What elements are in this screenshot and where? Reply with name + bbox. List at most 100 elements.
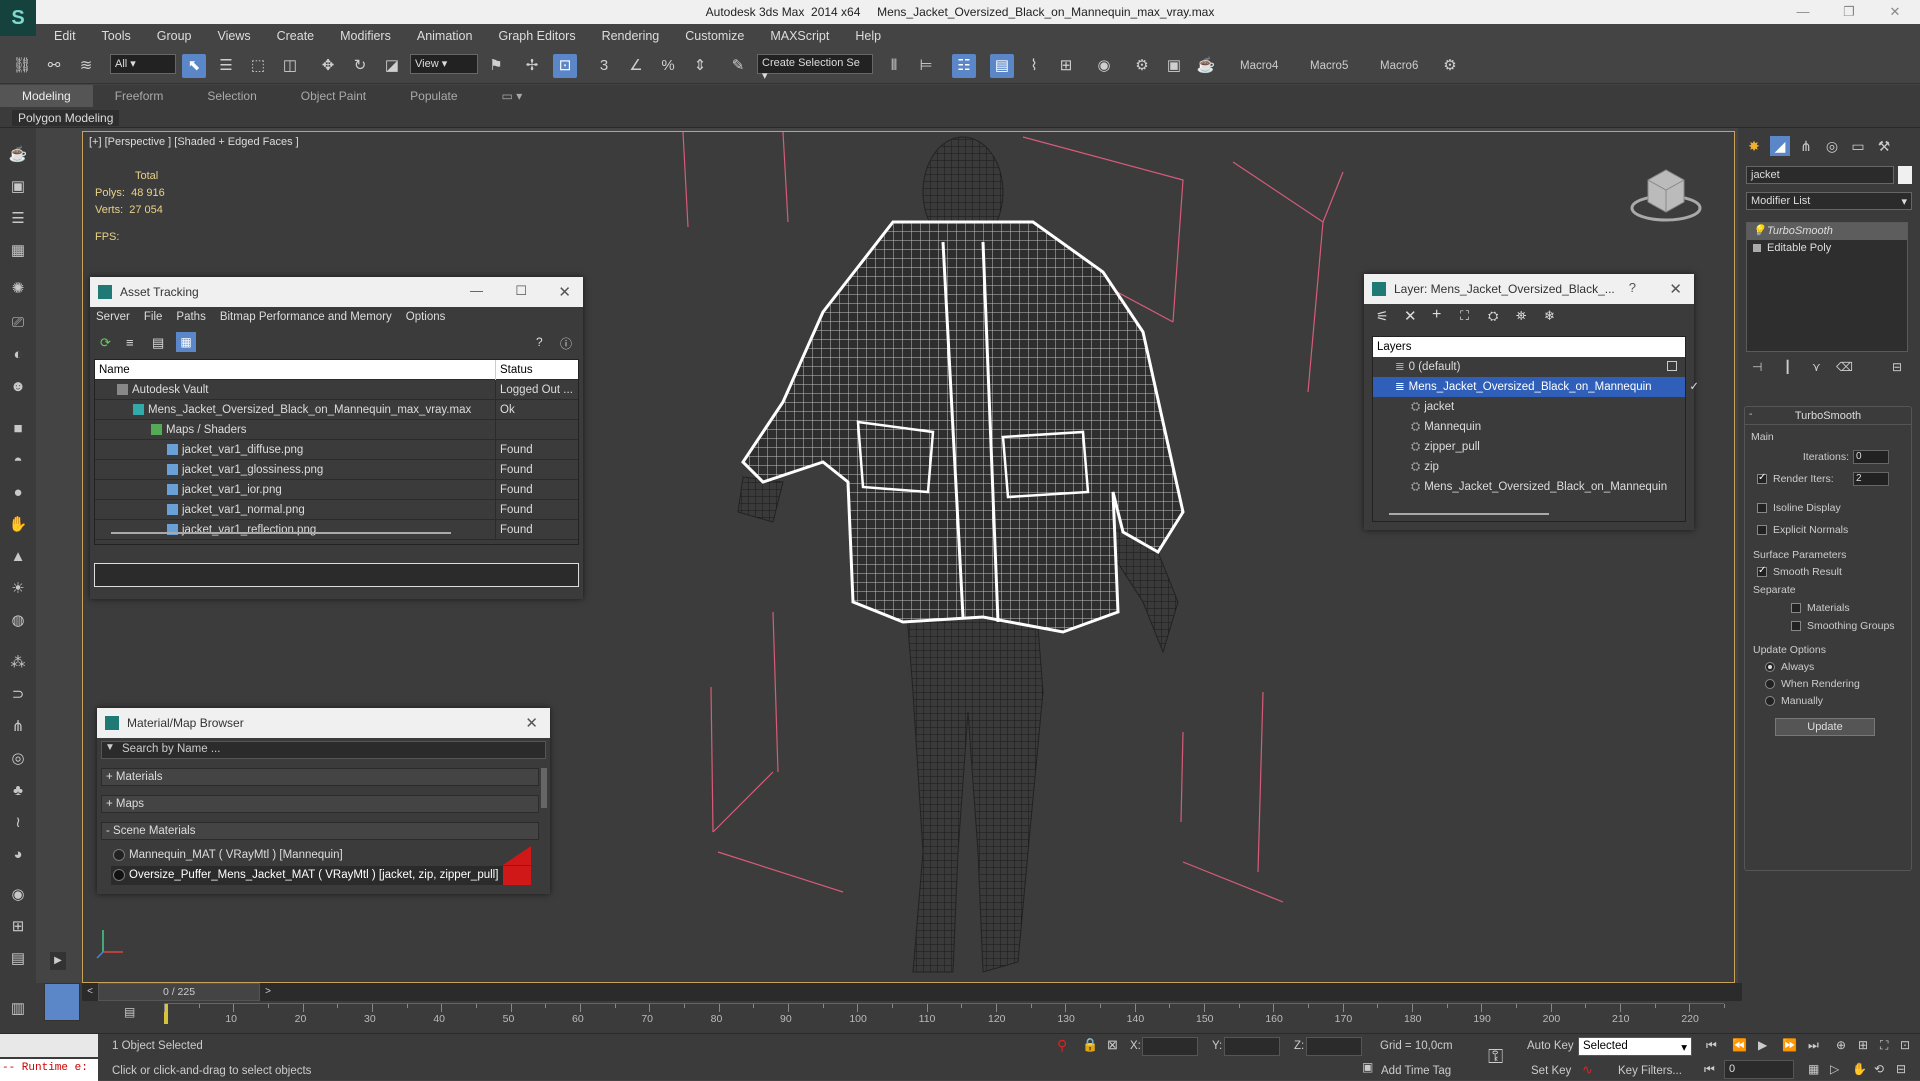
close-button[interactable]: ✕: [1878, 0, 1912, 24]
menu-views[interactable]: Views: [217, 29, 250, 43]
cone-icon[interactable]: ▲: [6, 546, 30, 568]
create-tab-icon[interactable]: ✸: [1744, 136, 1764, 156]
close-icon[interactable]: ✕: [1669, 280, 1682, 298]
maxscript-listener-mini[interactable]: [0, 1034, 98, 1057]
tab-freeform[interactable]: Freeform: [93, 89, 186, 103]
magnet-icon[interactable]: ⊃: [6, 684, 30, 706]
minimize-button[interactable]: —: [470, 283, 483, 298]
bulb-icon[interactable]: 💡: [1752, 223, 1766, 240]
layer-object-row[interactable]: ⛭ Mannequin: [1373, 417, 1685, 437]
scene-materials-group[interactable]: - Scene Materials: [101, 822, 539, 840]
bind-spacewarp-icon[interactable]: ≋: [74, 54, 98, 78]
current-layer-check-icon[interactable]: ✓: [1689, 377, 1699, 397]
horizontal-scrollbar[interactable]: [1389, 513, 1549, 515]
graphite-toggle-icon[interactable]: ▤: [990, 54, 1014, 78]
menu-paths[interactable]: Paths: [176, 311, 205, 323]
rectangular-region-icon[interactable]: ⬚: [246, 54, 270, 78]
key-icon[interactable]: ⚿: [1488, 1046, 1503, 1069]
polygon-modeling-panel[interactable]: Polygon Modeling: [12, 110, 120, 126]
asset-path-field[interactable]: [94, 563, 579, 587]
utilities-tab-icon[interactable]: ⚒: [1874, 136, 1894, 156]
grid-view-icon[interactable]: ▦: [176, 332, 196, 352]
close-icon[interactable]: ✕: [525, 714, 538, 732]
always-radio[interactable]: [1765, 662, 1775, 672]
macro4-button[interactable]: Macro4: [1240, 60, 1278, 72]
menu-bitmap-performance[interactable]: Bitmap Performance and Memory: [220, 311, 392, 323]
curve-editor-icon[interactable]: ⌇: [1022, 54, 1046, 78]
motion-tab-icon[interactable]: ◎: [1822, 136, 1842, 156]
when-rendering-radio[interactable]: [1765, 679, 1775, 689]
circle-icon[interactable]: ●: [6, 482, 30, 504]
rock-icon[interactable]: ◕: [6, 844, 30, 866]
absolute-mode-icon[interactable]: ⊠: [1107, 1037, 1118, 1053]
macro6-button[interactable]: Macro6: [1380, 60, 1418, 72]
go-to-end-icon[interactable]: ⏭: [1808, 1038, 1819, 1053]
maximize-button[interactable]: ❐: [1832, 0, 1866, 24]
pan-icon[interactable]: ✋: [1852, 1062, 1867, 1076]
stack-item-turbosmooth[interactable]: 💡 TurboSmooth: [1747, 223, 1907, 240]
snaps-toggle-icon[interactable]: 3: [592, 54, 616, 78]
maxscript-runtime-output[interactable]: -- Runtime e:: [0, 1059, 98, 1081]
menu-options[interactable]: Options: [406, 311, 446, 323]
angle-snap-icon[interactable]: ∠: [624, 54, 648, 78]
render-icon[interactable]: ▣: [6, 176, 30, 198]
tab-populate[interactable]: Populate: [388, 89, 479, 103]
rollout-title[interactable]: TurboSmooth: [1745, 407, 1911, 425]
search-options-icon[interactable]: ▼: [105, 742, 115, 753]
manipulate-icon[interactable]: ✢: [520, 54, 544, 78]
remove-modifier-icon[interactable]: ⌫: [1836, 360, 1853, 374]
column-name[interactable]: Name: [95, 364, 130, 376]
maximize-button[interactable]: ☐: [515, 283, 527, 299]
dome-icon[interactable]: ◓: [6, 450, 30, 472]
refresh-icon[interactable]: ⟳: [100, 335, 111, 351]
light-icon[interactable]: ✺: [6, 278, 30, 300]
layer-row[interactable]: ≣ Mens_Jacket_Oversized_Black_on_Mannequi…: [1373, 377, 1699, 397]
particles-icon[interactable]: ⁂: [6, 652, 30, 674]
sphere-tool-icon[interactable]: ◐: [6, 344, 30, 366]
close-icon[interactable]: ✕: [558, 283, 571, 301]
table-row[interactable]: jacket_var1_ior.png Found: [95, 480, 578, 500]
expand-arrow-icon[interactable]: ▶: [50, 952, 66, 970]
menu-group[interactable]: Group: [157, 29, 192, 43]
lock-icon[interactable]: 🔒: [1082, 1037, 1098, 1053]
table-row[interactable]: jacket_var1_reflection.png Found: [95, 520, 578, 540]
table-row[interactable]: Mens_Jacket_Oversized_Black_on_Mannequin…: [95, 400, 578, 420]
info-icon[interactable]: ⓘ: [560, 335, 572, 352]
tab-modeling[interactable]: Modeling: [0, 85, 93, 107]
zoom-icon[interactable]: ⊕: [1836, 1038, 1846, 1052]
table-row[interactable]: jacket_var1_diffuse.png Found: [95, 440, 578, 460]
material-search-input[interactable]: Search by Name ...: [101, 741, 546, 759]
maximize-viewport-icon[interactable]: ⊡: [1900, 1038, 1910, 1052]
auto-key-button[interactable]: Auto Key: [1527, 1040, 1574, 1052]
maps-group[interactable]: + Maps: [101, 795, 539, 813]
selection-filter-dropdown[interactable]: All ▾: [110, 54, 176, 74]
set-key-button[interactable]: Set Key: [1531, 1065, 1571, 1077]
plant-icon[interactable]: ♣: [6, 780, 30, 802]
layer-object-row[interactable]: ⛭ Mens_Jacket_Oversized_Black_on_Mannequi…: [1373, 477, 1685, 497]
go-to-start-icon[interactable]: ⏮: [1706, 1038, 1717, 1053]
materials-group[interactable]: + Materials: [101, 768, 539, 786]
scale-icon[interactable]: ◪: [380, 54, 404, 78]
play-icon[interactable]: ▶: [1758, 1038, 1767, 1052]
material-browser-titlebar[interactable]: Material/Map Browser ✕: [97, 708, 550, 738]
menu-customize[interactable]: Customize: [685, 29, 744, 43]
timeline-ruler[interactable]: 10 20 30 40 50 60 70 80 90 100 110 120 130 140 150 160 1…: [164, 1003, 1725, 1031]
hierarchy-tab-icon[interactable]: ⋔: [1796, 136, 1816, 156]
box-icon[interactable]: ■: [6, 418, 30, 440]
mirror-icon[interactable]: ⫴: [882, 54, 906, 78]
zoom-extents-icon[interactable]: ⛶: [1880, 1038, 1888, 1053]
align-icon[interactable]: ⊨: [914, 54, 938, 78]
table-view-icon[interactable]: ▤: [152, 335, 164, 351]
menu-create[interactable]: Create: [277, 29, 315, 43]
list-icon[interactable]: ☰: [6, 208, 30, 230]
add-to-layer-icon[interactable]: +: [1432, 306, 1441, 324]
min-max-toggle-icon[interactable]: ⊟: [1896, 1062, 1906, 1076]
viewport-layout-icon[interactable]: [44, 983, 80, 1021]
app-logo-icon[interactable]: S: [0, 0, 36, 36]
percent-snap-icon[interactable]: %: [656, 54, 680, 78]
chart-icon[interactable]: ▤: [6, 948, 30, 970]
new-layer-icon[interactable]: ⚟: [1376, 308, 1389, 325]
plugin-icon[interactable]: ⊞: [6, 916, 30, 938]
horizontal-scrollbar[interactable]: [111, 532, 451, 534]
sun-icon[interactable]: ☀: [6, 578, 30, 600]
